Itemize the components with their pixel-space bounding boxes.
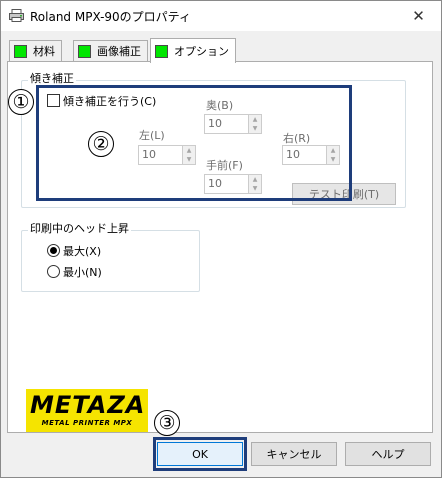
- metaza-logo: METAZA METAL PRINTER MPX: [26, 389, 148, 432]
- tab-material[interactable]: 材料: [9, 40, 62, 61]
- radio-max-label[interactable]: 最大(X): [63, 243, 101, 259]
- radio-selected-dot: [50, 247, 57, 254]
- close-icon: ✕: [412, 6, 425, 25]
- tab-options[interactable]: オプション: [150, 38, 236, 63]
- status-indicator-icon: [14, 44, 27, 58]
- help-button[interactable]: ヘルプ: [345, 442, 431, 466]
- logo-tagline: METAL PRINTER MPX: [41, 419, 133, 427]
- window-title: Roland MPX-90のプロパティ: [30, 10, 191, 24]
- callout-number-1: ①: [8, 89, 34, 115]
- callout-number-3: ③: [154, 410, 180, 436]
- radio-min[interactable]: [47, 265, 60, 278]
- head-raise-legend: 印刷中のヘッド上昇: [28, 220, 131, 236]
- callout-box-2: [36, 85, 352, 201]
- status-indicator-icon: [155, 44, 168, 58]
- close-button[interactable]: ✕: [396, 1, 441, 30]
- radio-max[interactable]: [47, 244, 60, 257]
- printer-icon: [9, 9, 24, 22]
- tilt-correction-legend: 傾き補正: [28, 70, 76, 86]
- tab-label: 材料: [33, 45, 55, 58]
- tab-label: 画像補正: [97, 45, 141, 58]
- callout-number-2: ②: [88, 131, 114, 157]
- cancel-button[interactable]: キャンセル: [251, 442, 337, 466]
- tab-image-correction[interactable]: 画像補正: [73, 40, 148, 61]
- tab-label: オプション: [174, 45, 229, 58]
- callout-box-3: [153, 437, 247, 471]
- radio-min-label[interactable]: 最小(N): [63, 264, 102, 280]
- status-indicator-icon: [78, 44, 91, 58]
- head-raise-group: [21, 230, 200, 292]
- logo-wordmark: METAZA: [30, 391, 146, 419]
